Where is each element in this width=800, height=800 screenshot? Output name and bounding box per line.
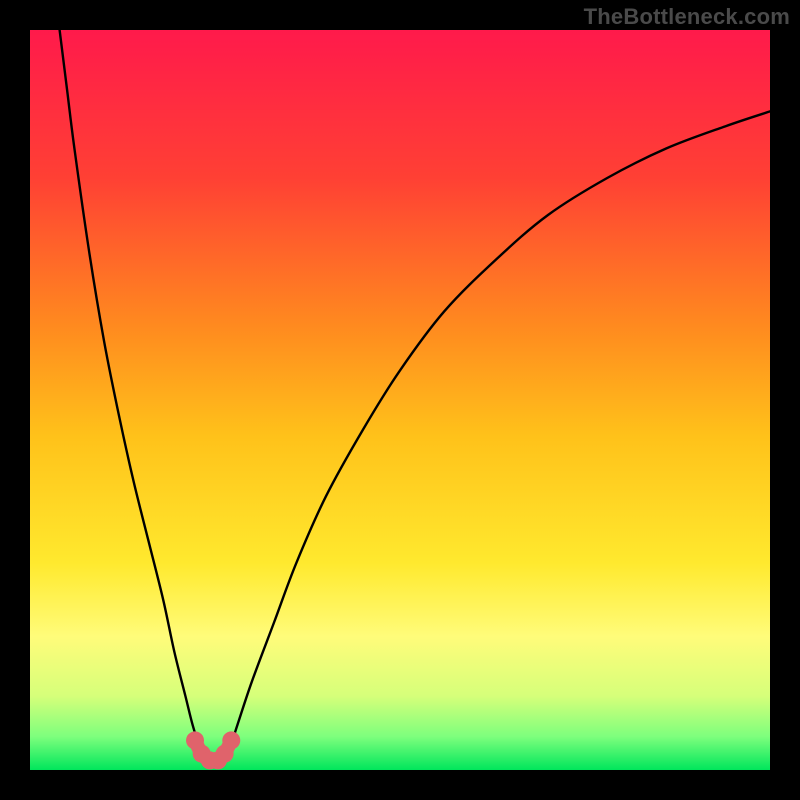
plot-area [30, 30, 770, 770]
chart-frame: TheBottleneck.com [0, 0, 800, 800]
bottleneck-chart [30, 30, 770, 770]
gradient-background [30, 30, 770, 770]
watermark-text: TheBottleneck.com [584, 4, 790, 30]
minimum-marker-dot [222, 731, 240, 749]
